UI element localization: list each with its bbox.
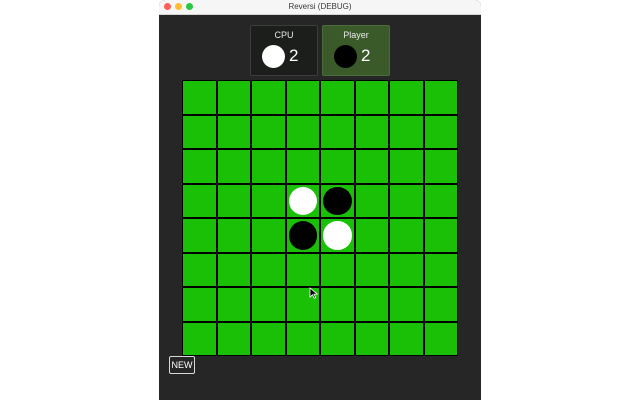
board-cell[interactable] (424, 150, 457, 183)
player-disc-icon (334, 45, 357, 68)
board-cell[interactable] (355, 288, 388, 321)
board-cell[interactable] (321, 288, 354, 321)
game-board (182, 80, 458, 356)
board-cell[interactable] (217, 184, 250, 217)
board-cell[interactable] (252, 115, 285, 148)
board-cell[interactable] (252, 150, 285, 183)
board-cell[interactable] (183, 81, 216, 114)
board-cell[interactable] (286, 184, 319, 217)
black-disc (323, 186, 352, 215)
board-cell[interactable] (390, 219, 423, 252)
board-cell[interactable] (390, 115, 423, 148)
player-label: Player (343, 30, 369, 40)
board-cell[interactable] (390, 81, 423, 114)
board-cell[interactable] (424, 184, 457, 217)
board-cell[interactable] (183, 253, 216, 286)
black-disc (288, 221, 317, 250)
cpu-score-panel: CPU 2 (250, 25, 318, 76)
board-cell[interactable] (286, 115, 319, 148)
mouse-pointer-icon (309, 287, 319, 299)
app-window: Reversi (DEBUG) CPU 2 Player 2 NEW (159, 0, 481, 400)
board-cell[interactable] (286, 253, 319, 286)
board-cell[interactable] (390, 253, 423, 286)
board-cell[interactable] (321, 184, 354, 217)
board-cell[interactable] (321, 253, 354, 286)
board-cell[interactable] (390, 288, 423, 321)
board-cell[interactable] (321, 115, 354, 148)
board-cell[interactable] (217, 322, 250, 355)
player-score: 2 (361, 46, 371, 65)
new-game-button[interactable]: NEW (169, 356, 195, 374)
board-cell[interactable] (252, 184, 285, 217)
board-cell[interactable] (355, 253, 388, 286)
white-disc (323, 221, 352, 250)
board-cell[interactable] (355, 322, 388, 355)
board-cell[interactable] (390, 184, 423, 217)
board-cell[interactable] (252, 81, 285, 114)
cpu-label: CPU (274, 30, 294, 40)
board-cell[interactable] (321, 219, 354, 252)
board-cell[interactable] (424, 253, 457, 286)
board-cell[interactable] (355, 115, 388, 148)
board-cell[interactable] (183, 322, 216, 355)
board-cell[interactable] (183, 288, 216, 321)
board-cell[interactable] (217, 150, 250, 183)
board-cell[interactable] (321, 81, 354, 114)
board-cell[interactable] (217, 81, 250, 114)
board-cell[interactable] (252, 219, 285, 252)
board-cell[interactable] (286, 150, 319, 183)
cpu-score: 2 (289, 46, 299, 65)
board-cell[interactable] (321, 150, 354, 183)
board-cell[interactable] (390, 322, 423, 355)
board-cell[interactable] (217, 115, 250, 148)
board-cell[interactable] (217, 253, 250, 286)
board-cell[interactable] (286, 219, 319, 252)
board-cell[interactable] (424, 219, 457, 252)
white-disc (288, 186, 317, 215)
board-cell[interactable] (252, 253, 285, 286)
board-cell[interactable] (252, 322, 285, 355)
title-bar: Reversi (DEBUG) (159, 0, 481, 15)
board-cell[interactable] (183, 115, 216, 148)
board-cell[interactable] (424, 81, 457, 114)
board-cell[interactable] (183, 150, 216, 183)
board-cell[interactable] (424, 115, 457, 148)
window-title: Reversi (DEBUG) (288, 2, 352, 11)
board-cell[interactable] (183, 219, 216, 252)
board-cell[interactable] (355, 150, 388, 183)
board-cell[interactable] (183, 184, 216, 217)
board-cell[interactable] (355, 219, 388, 252)
board-cell[interactable] (252, 288, 285, 321)
board-cell[interactable] (424, 322, 457, 355)
board-cell[interactable] (355, 81, 388, 114)
board-cell[interactable] (355, 184, 388, 217)
board-cell[interactable] (286, 322, 319, 355)
board-cell[interactable] (321, 322, 354, 355)
player-score-panel: Player 2 (322, 25, 390, 76)
cpu-disc-icon (262, 45, 285, 68)
board-cell[interactable] (286, 81, 319, 114)
board-cell[interactable] (217, 219, 250, 252)
board-cell[interactable] (217, 288, 250, 321)
board-cell[interactable] (390, 150, 423, 183)
board-cell[interactable] (424, 288, 457, 321)
